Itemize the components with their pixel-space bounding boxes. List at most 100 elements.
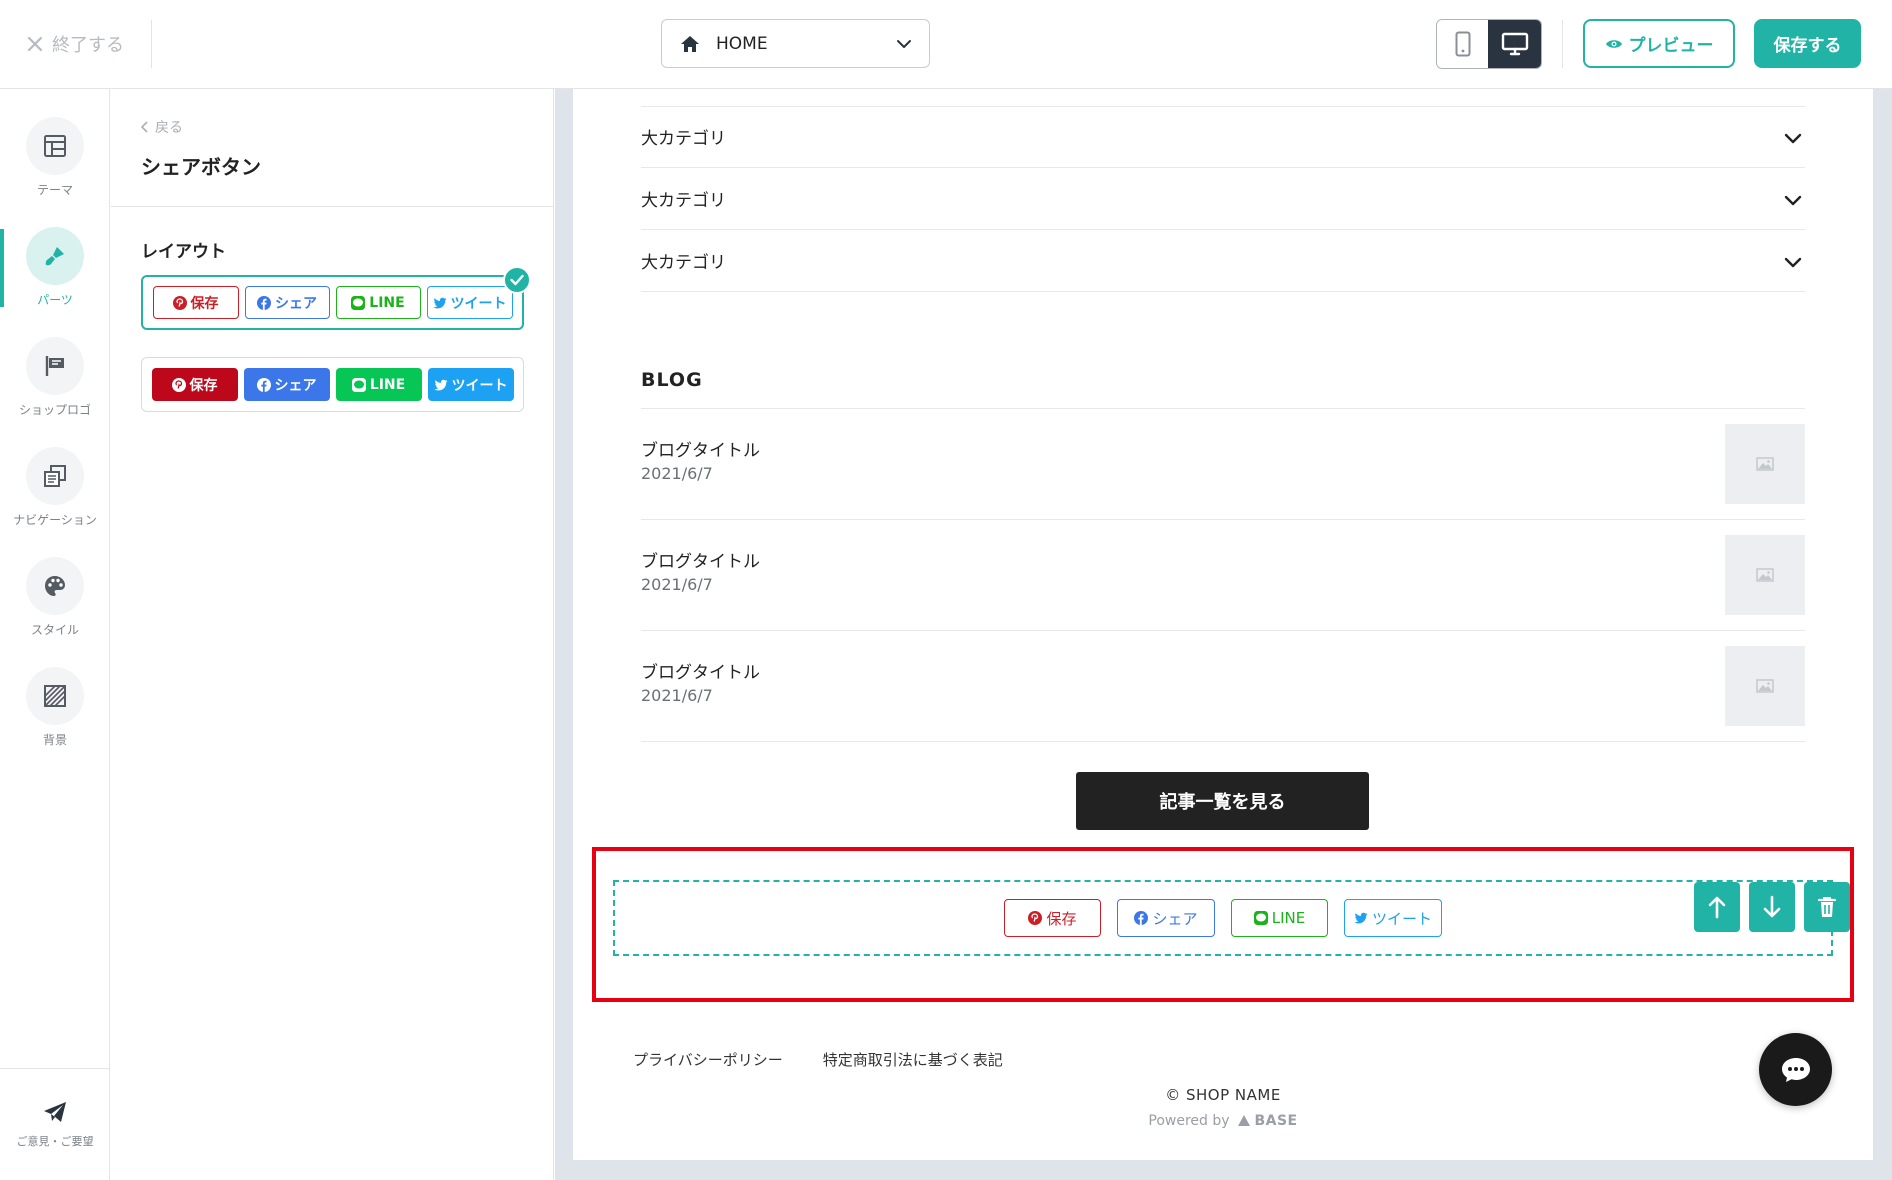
icon-sidebar: テーマ パーツ ショップロゴ ナビゲーション スタイル 背景 ご意見・ご要望 bbox=[0, 89, 110, 1180]
layout-option-filled[interactable]: 保存 シェア LINE ツイート bbox=[141, 357, 524, 412]
image-placeholder-icon bbox=[1725, 646, 1805, 726]
blog-heading: BLOG bbox=[641, 369, 703, 391]
pinterest-icon bbox=[1028, 911, 1043, 925]
move-down-button[interactable] bbox=[1749, 882, 1795, 932]
blog-post-row[interactable]: ブログタイトル 2021/6/7 bbox=[641, 631, 1805, 742]
line-share-chip: LINE bbox=[335, 286, 421, 319]
panel-title: シェアボタン bbox=[141, 155, 261, 179]
twitter-icon bbox=[1354, 912, 1368, 924]
exit-label: 終了する bbox=[52, 35, 124, 56]
mobile-view-button[interactable] bbox=[1437, 20, 1489, 68]
pinterest-icon bbox=[171, 377, 186, 392]
preview-label: プレビュー bbox=[1628, 36, 1714, 56]
layout-heading: レイアウト bbox=[141, 242, 226, 262]
base-logo-icon bbox=[1238, 1115, 1250, 1126]
image-placeholder-icon bbox=[1725, 535, 1805, 615]
twitter-icon bbox=[432, 297, 446, 308]
chevron-down-icon bbox=[897, 40, 911, 48]
footer-link-privacy[interactable]: プライバシーポリシー bbox=[633, 1049, 783, 1070]
line-share-button[interactable]: LINE bbox=[1231, 899, 1328, 937]
twitter-tweet-chip: ツイート bbox=[426, 286, 513, 319]
brush-icon bbox=[26, 227, 84, 285]
chevron-left-icon bbox=[141, 121, 148, 133]
desktop-view-button[interactable] bbox=[1488, 20, 1541, 68]
copyright-text: © SHOP NAME bbox=[1165, 1086, 1281, 1104]
category-row[interactable]: 大カテゴリ bbox=[641, 168, 1805, 230]
delete-button[interactable] bbox=[1804, 882, 1850, 932]
view-all-articles-button[interactable]: 記事一覧を見る bbox=[1076, 772, 1369, 830]
blog-post-title: ブログタイトル bbox=[641, 663, 760, 683]
arrow-down-icon bbox=[1763, 895, 1781, 918]
eye-icon bbox=[1605, 39, 1622, 48]
facebook-share-chip: シェア bbox=[243, 368, 330, 401]
footer-link-commerce-law[interactable]: 特定商取引法に基づく表記 bbox=[823, 1049, 1003, 1070]
pinterest-save-chip: 保存 bbox=[152, 286, 239, 319]
powered-brand: BASE bbox=[1254, 1113, 1298, 1129]
twitter-tweet-button[interactable]: ツイート bbox=[1344, 899, 1442, 937]
pinterest-icon bbox=[172, 295, 187, 310]
arrow-up-icon bbox=[1708, 896, 1726, 919]
chevron-down-icon bbox=[1784, 257, 1802, 268]
sidebar-item-theme[interactable]: テーマ bbox=[0, 89, 110, 199]
page-select-value: HOME bbox=[716, 33, 768, 54]
pinterest-save-chip: 保存 bbox=[151, 368, 238, 401]
blog-post-date: 2021/6/7 bbox=[641, 575, 713, 594]
navigation-icon bbox=[26, 447, 84, 505]
divider bbox=[1562, 20, 1563, 68]
sidebar-item-background[interactable]: 背景 bbox=[0, 639, 110, 749]
category-row[interactable]: 大カテゴリ bbox=[641, 230, 1805, 292]
back-link[interactable]: 戻る bbox=[141, 117, 183, 137]
mobile-icon bbox=[1455, 31, 1470, 57]
blog-post-date: 2021/6/7 bbox=[641, 464, 713, 483]
sidebar-item-navigation[interactable]: ナビゲーション bbox=[0, 419, 110, 529]
powered-by: Powered by BASE bbox=[1148, 1113, 1298, 1129]
divider bbox=[151, 20, 152, 68]
blog-post-row[interactable]: ブログタイトル 2021/6/7 bbox=[641, 409, 1805, 520]
top-bar: 終了する HOME プレビュー 保存する bbox=[0, 0, 1892, 89]
paper-plane-icon bbox=[44, 1101, 66, 1122]
twitter-tweet-chip: ツイート bbox=[427, 368, 514, 401]
line-icon bbox=[351, 295, 366, 310]
move-up-button[interactable] bbox=[1694, 882, 1740, 932]
palette-icon bbox=[26, 557, 84, 615]
blog-post-title: ブログタイトル bbox=[641, 552, 760, 572]
sidebar-item-shop-logo[interactable]: ショップロゴ bbox=[0, 309, 110, 419]
selected-check-icon bbox=[503, 266, 531, 294]
blog-post-title: ブログタイトル bbox=[641, 441, 760, 461]
feedback-button[interactable]: ご意見・ご要望 bbox=[0, 1068, 110, 1180]
facebook-share-chip: シェア bbox=[244, 286, 330, 319]
chat-bubble-icon bbox=[1781, 1057, 1810, 1082]
facebook-icon bbox=[256, 377, 271, 392]
pinterest-save-button[interactable]: 保存 bbox=[1004, 899, 1101, 937]
facebook-share-button[interactable]: シェア bbox=[1117, 899, 1215, 937]
facebook-icon bbox=[1134, 911, 1149, 925]
settings-panel: 戻る シェアボタン レイアウト 保存 シェア LINE ツイート 保存 シェア … bbox=[111, 89, 554, 1180]
layout-icon bbox=[26, 117, 84, 175]
flag-icon bbox=[26, 337, 84, 395]
share-buttons-section[interactable]: 保存 シェア LINE ツイート bbox=[613, 880, 1850, 956]
preview-canvas: 大カテゴリ 大カテゴリ 大カテゴリ BLOG ブログタイトル 2021/6/7 … bbox=[573, 89, 1873, 1160]
exit-button[interactable]: 終了する bbox=[26, 28, 124, 60]
image-placeholder-icon bbox=[1725, 424, 1805, 504]
sidebar-item-style[interactable]: スタイル bbox=[0, 529, 110, 639]
line-icon bbox=[1253, 911, 1268, 925]
preview-button[interactable]: プレビュー bbox=[1583, 19, 1735, 68]
trash-icon bbox=[1818, 897, 1836, 917]
page-select-dropdown[interactable]: HOME bbox=[661, 19, 930, 68]
chevron-down-icon bbox=[1784, 195, 1802, 206]
twitter-icon bbox=[433, 379, 447, 390]
close-icon bbox=[27, 36, 43, 52]
footer-links: プライバシーポリシー 特定商取引法に基づく表記 bbox=[633, 1049, 1003, 1070]
blog-post-date: 2021/6/7 bbox=[641, 686, 713, 705]
blog-post-row[interactable]: ブログタイトル 2021/6/7 bbox=[641, 520, 1805, 631]
save-button[interactable]: 保存する bbox=[1754, 19, 1861, 68]
line-share-chip: LINE bbox=[335, 368, 422, 401]
layout-option-outlined[interactable]: 保存 シェア LINE ツイート bbox=[141, 275, 524, 330]
sidebar-item-parts[interactable]: パーツ bbox=[0, 199, 110, 309]
chevron-down-icon bbox=[1784, 133, 1802, 144]
chat-button[interactable] bbox=[1759, 1033, 1832, 1106]
facebook-icon bbox=[257, 295, 271, 310]
category-row[interactable]: 大カテゴリ bbox=[641, 106, 1805, 168]
share-buttons-row: 保存 シェア LINE ツイート bbox=[615, 899, 1831, 937]
home-icon bbox=[681, 35, 699, 52]
